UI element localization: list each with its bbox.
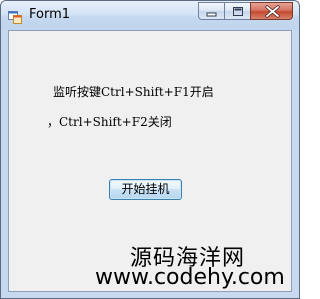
hotkey-label-line1: 监听按键Ctrl+Shift+F1开启 — [53, 85, 214, 99]
maximize-button[interactable] — [224, 2, 250, 20]
close-button[interactable] — [250, 2, 293, 20]
hotkey-label-line2: ，Ctrl+Shift+F2关闭 — [47, 115, 172, 129]
start-button[interactable]: 开始挂机 — [109, 179, 182, 200]
title-bar[interactable]: Form1 — [1, 1, 299, 30]
window-controls — [198, 2, 293, 21]
window-title: Form1 — [29, 7, 71, 22]
minimize-button[interactable] — [198, 2, 224, 20]
watermark-url: www.codehy.com — [95, 265, 285, 290]
winforms-app-icon — [8, 9, 22, 24]
